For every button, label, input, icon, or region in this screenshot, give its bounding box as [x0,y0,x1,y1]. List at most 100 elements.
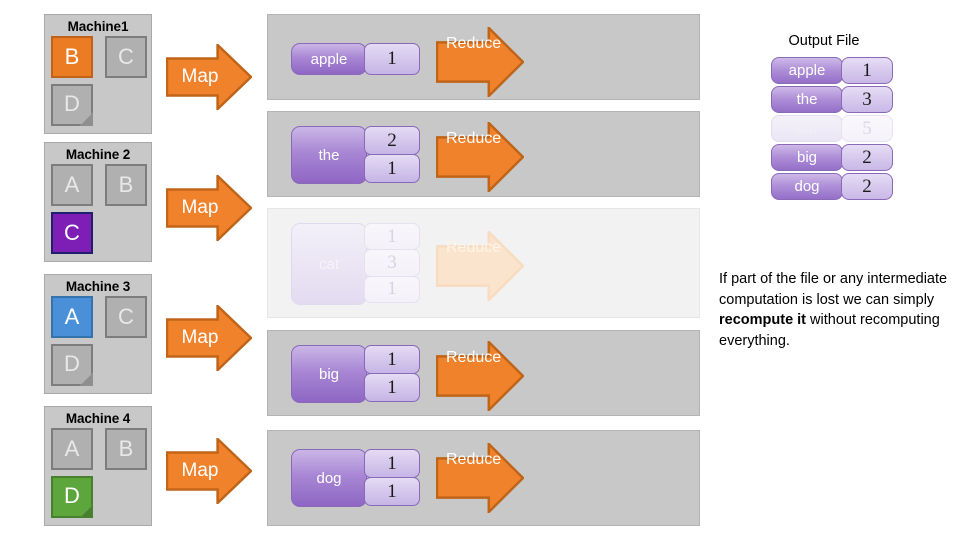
machine-label-1: Machine1 [67,19,129,34]
chunk-letter: B [64,44,80,69]
value-pill[interactable]: 1 [364,43,420,75]
machine-2-chunk-c[interactable]: C [51,212,93,254]
output-row-apple[interactable]: apple 1 [771,57,893,84]
machine-3-chunk-a[interactable]: A [51,296,93,338]
value-pill[interactable]: 1 [364,154,420,183]
output-key-the: the [771,86,843,113]
right-arrow-icon [436,231,524,301]
key-value-group-dog[interactable]: dog 1 1 [291,449,420,507]
machine-3-chunk-c[interactable]: C [105,296,147,338]
key-pill-apple[interactable]: apple [291,43,367,75]
chunk-letter: A [64,172,80,197]
machine-box-3: Machine 3 A C D [44,274,152,394]
chunk-letter: D [64,91,80,116]
output-count-dog: 2 [841,173,893,200]
shuffle-row-big: big 1 1 Reduce [267,330,700,416]
right-arrow-icon [436,341,524,411]
value-pill[interactable]: 1 [364,223,420,251]
value-pill[interactable]: 1 [364,275,420,303]
output-key-cat: cat [771,115,843,142]
chunk-letter: B [118,436,134,461]
machine-1-tile-grid: B C D [45,36,151,128]
value-list-big: 11 [364,345,420,403]
right-arrow-icon [436,122,524,192]
machine-label-2: Machine 2 [65,147,131,162]
reduce-arrow-big[interactable]: Reduce [436,341,524,411]
machine-box-2: Machine 2 A B C [44,142,152,262]
output-key-dog: dog [771,173,843,200]
chunk-letter: D [64,351,80,376]
reduce-arrow-apple[interactable]: Reduce [436,27,524,97]
chunk-letter: A [64,304,80,329]
chunk-letter: B [118,172,134,197]
right-arrow-icon [166,44,252,110]
output-count-big: 2 [841,144,893,171]
machine-4-tile-grid: A B D [45,428,151,520]
chunk-letter: A [64,436,80,461]
output-row-cat[interactable]: cat 5 [771,115,893,142]
shuffle-row-cat: cat 1 3 1 Reduce [267,208,700,318]
map-arrow-4[interactable]: Map [166,438,252,504]
value-pill[interactable]: 3 [364,249,420,277]
key-pill-big[interactable]: big [291,345,367,403]
value-pill[interactable]: 1 [364,373,420,402]
value-list-the: 21 [364,126,420,184]
map-arrow-3[interactable]: Map [166,305,252,371]
right-arrow-icon [436,443,524,513]
shuffle-row-dog: dog 1 1 Reduce [267,430,700,526]
key-value-group-the[interactable]: the 2 1 [291,126,420,184]
machine-3-chunk-d[interactable]: D [51,344,93,386]
right-arrow-icon [166,438,252,504]
value-pill[interactable]: 1 [364,477,420,506]
output-count-cat: 5 [841,115,893,142]
reduce-arrow-dog[interactable]: Reduce [436,443,524,513]
chunk-letter: C [118,304,134,329]
value-list-cat: 131 [364,223,420,305]
key-pill-the[interactable]: the [291,126,367,184]
machine-label-4: Machine 4 [65,411,131,426]
note-emphasis: recompute it [719,312,807,328]
machine-1-chunk-c[interactable]: C [105,36,147,78]
reduce-arrow-the[interactable]: Reduce [436,122,524,192]
output-row-big[interactable]: big 2 [771,144,893,171]
machine-box-1: Machine1 B C D [44,14,152,134]
chunk-letter: D [64,483,80,508]
shuffle-row-apple: apple 1 Reduce [267,14,700,100]
map-arrow-1[interactable]: Map [166,44,252,110]
machine-3-tile-grid: A C D [45,296,151,388]
machine-2-chunk-a[interactable]: A [51,164,93,206]
value-pill[interactable]: 1 [364,449,420,478]
output-file-title: Output File [788,33,860,49]
chunk-letter: C [64,220,80,245]
key-pill-dog[interactable]: dog [291,449,367,507]
machine-box-4: Machine 4 A B D [44,406,152,526]
machine-2-chunk-b[interactable]: B [105,164,147,206]
key-pill-cat[interactable]: cat [291,223,367,305]
machine-1-chunk-d[interactable]: D [51,84,93,126]
value-list-dog: 11 [364,449,420,507]
machine-4-chunk-b[interactable]: B [105,428,147,470]
key-value-group-cat[interactable]: cat 1 3 1 [291,223,420,305]
machine-2-tile-grid: A B C [45,164,151,256]
output-row-dog[interactable]: dog 2 [771,173,893,200]
map-arrow-2[interactable]: Map [166,175,252,241]
value-pill[interactable]: 2 [364,126,420,155]
value-pill[interactable]: 1 [364,345,420,374]
output-count-the: 3 [841,86,893,113]
key-value-group-big[interactable]: big 1 1 [291,345,420,403]
output-key-big: big [771,144,843,171]
right-arrow-icon [436,27,524,97]
output-row-the[interactable]: the 3 [771,86,893,113]
value-list-apple: 1 [364,43,420,75]
output-count-apple: 1 [841,57,893,84]
shuffle-row-the: the 2 1 Reduce [267,111,700,197]
machine-4-chunk-d[interactable]: D [51,476,93,518]
machine-label-3: Machine 3 [65,279,131,294]
key-value-group-apple[interactable]: apple 1 [291,43,420,75]
note-part-1: If part of the file or any intermediate … [719,271,948,308]
right-arrow-icon [166,305,252,371]
reduce-arrow-cat[interactable]: Reduce [436,231,524,301]
machine-4-chunk-a[interactable]: A [51,428,93,470]
explanatory-note: If part of the file or any intermediate … [719,269,959,351]
machine-1-chunk-b[interactable]: B [51,36,93,78]
